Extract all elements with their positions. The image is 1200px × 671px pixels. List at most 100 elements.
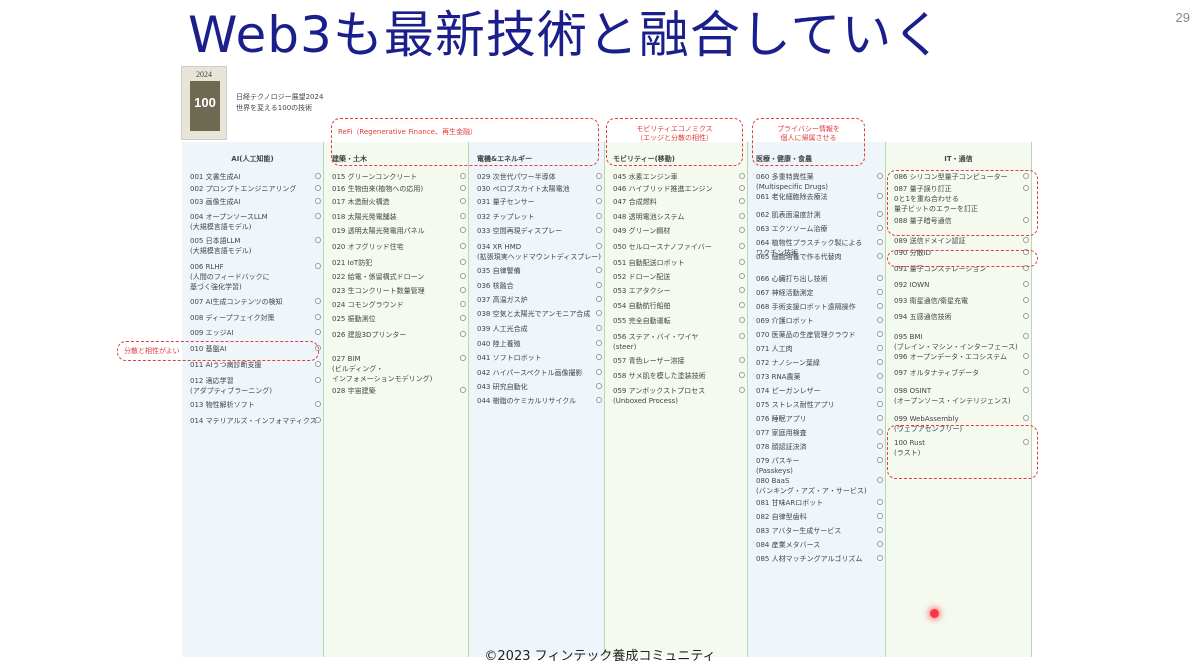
radio-circle-icon	[596, 173, 602, 179]
list-item-label: 079 パスキー (Passkeys)	[756, 457, 800, 475]
radio-circle-icon	[739, 185, 745, 191]
list-item-label: 029 次世代パワー半導体	[477, 173, 556, 181]
list-item: 028 宇宙建築	[332, 386, 466, 396]
footer-copyright: ©2023 フィンテック養成コミュニティ	[484, 649, 716, 664]
list-item: 039 人工光合成	[477, 324, 602, 334]
radio-circle-icon	[460, 315, 466, 321]
list-item: 011 AIうつ病診断支援	[190, 360, 321, 370]
list-item-label: 089 送信ドメイン認証	[894, 237, 966, 245]
list-item-label: 066 心臓打ち出し技術	[756, 275, 828, 283]
list-item: 068 手術支援ロボット遠隔操作	[756, 302, 883, 312]
list-item: 054 自動航行船舶	[613, 301, 745, 311]
list-item-label: 045 水素エンジン車	[613, 173, 678, 181]
list-item: 038 空気と太陽光でアンモニア合成	[477, 309, 602, 319]
list-item: 075 ストレス耐性アプリ	[756, 400, 883, 410]
radio-circle-icon	[596, 243, 602, 249]
radio-circle-icon	[315, 361, 321, 367]
radio-circle-icon	[596, 383, 602, 389]
radio-circle-icon	[877, 317, 883, 323]
list-item: 009 エッジAI	[190, 328, 321, 338]
book-info: 日経テクノロジー展望2024 世界を変える100の技術	[236, 92, 323, 114]
list-item-label: 051 自動配送ロボット	[613, 259, 685, 267]
list-item-label: 072 ナノシーン葉緑	[756, 359, 820, 367]
radio-circle-icon	[877, 415, 883, 421]
radio-circle-icon	[596, 296, 602, 302]
list-item-label: 077 家庭用検査	[756, 429, 807, 437]
list-item-label: 033 空間再現ディスプレー	[477, 227, 563, 235]
radio-circle-icon	[739, 273, 745, 279]
radio-circle-icon	[460, 287, 466, 293]
radio-circle-icon	[739, 243, 745, 249]
list-item-label: 021 IoT防犯	[332, 259, 373, 267]
list-item: 074 ピーガンレザー	[756, 386, 883, 396]
list-item: 089 送信ドメイン認証	[894, 236, 1029, 246]
radio-circle-icon	[877, 303, 883, 309]
list-item-label: 016 生物由来(植物への応用)	[332, 185, 424, 193]
list-item: 007 AI生成コンテンツの検知	[190, 297, 321, 307]
list-item-label: 038 空気と太陽光でアンモニア合成	[477, 310, 591, 318]
book-cover-image: 2024 100	[181, 66, 227, 140]
radio-circle-icon	[739, 259, 745, 265]
list-item-label: 046 ハイブリッド推進エンジン	[613, 185, 713, 193]
list-item: 016 生物由来(植物への応用)	[332, 184, 466, 194]
radio-circle-icon	[739, 357, 745, 363]
list-item-label: 028 宇宙建築	[332, 387, 376, 395]
radio-circle-icon	[739, 213, 745, 219]
list-item: 093 衛星通信/衛星充電	[894, 296, 1029, 306]
list-item-label: 062 肌表面温度計測	[756, 211, 821, 219]
list-item-label: 058 サメ肌を模した塗装技術	[613, 372, 706, 380]
list-item: 047 合成燃料	[613, 197, 745, 207]
radio-circle-icon	[877, 443, 883, 449]
list-item-label: 043 研究自動化	[477, 383, 528, 391]
list-item: 035 自律警備	[477, 266, 602, 276]
list-item-label: 092 IOWN	[894, 281, 930, 289]
radio-circle-icon	[877, 527, 883, 533]
column-electronics-energy: 電機&エネルギー 029 次世代パワー半導体 030 ペロブスカイト太陽電池 031…	[469, 142, 605, 657]
radio-circle-icon	[596, 369, 602, 375]
list-item-label: 063 エクソソーム治療	[756, 225, 828, 233]
list-item: 051 自動配送ロボット	[613, 258, 745, 268]
list-item: 052 ドローン配送	[613, 272, 745, 282]
radio-circle-icon	[877, 429, 883, 435]
list-item: 004 オープンソースLLM (大規模言語モデル)	[190, 212, 321, 232]
list-item-label: 065 細胞培養で作る代替肉	[756, 253, 842, 261]
column-construction: 建築・土木 015 グリーンコンクリート 016 生物由来(植物への応用) 017 …	[324, 142, 469, 657]
list-item-label: 070 医薬品の生産管理クラウド	[756, 331, 856, 339]
list-item-label: 030 ペロブスカイト太陽電池	[477, 185, 570, 193]
list-item: 085 人材マッチングアルゴリズム	[756, 554, 883, 564]
list-item: 023 生コンクリート数量管理	[332, 286, 466, 296]
list-item-label: 083 アバター生成サービス	[756, 527, 842, 535]
radio-circle-icon	[739, 317, 745, 323]
list-item: 003 画像生成AI	[190, 197, 321, 207]
list-item: 062 肌表面温度計測	[756, 210, 883, 220]
list-item-label: 026 建設3Dプリンター	[332, 331, 407, 339]
list-item: 018 太陽光発電舗装	[332, 212, 466, 222]
radio-circle-icon	[460, 355, 466, 361]
radio-circle-icon	[877, 253, 883, 259]
list-item-label: 097 オルタナティブデータ	[894, 369, 980, 377]
list-item: 080 BaaS (バンキング・アズ・ア・サービス)	[756, 476, 883, 496]
radio-circle-icon	[877, 359, 883, 365]
list-item-label: 003 画像生成AI	[190, 198, 241, 206]
list-item: 001 文書生成AI	[190, 172, 321, 182]
list-item-label: 006 RLHF (人間のフィードバックに 基づく強化学習)	[190, 263, 270, 291]
list-item: 097 オルタナティブデータ	[894, 368, 1029, 378]
radio-circle-icon	[877, 401, 883, 407]
radio-circle-icon	[1023, 353, 1029, 359]
list-item-label: 022 給電・係留構式ドローン	[332, 273, 425, 281]
list-item: 045 水素エンジン車	[613, 172, 745, 182]
radio-circle-icon	[596, 397, 602, 403]
list-item-label: 039 人工光合成	[477, 325, 528, 333]
list-item-label: 009 エッジAI	[190, 329, 234, 337]
list-item: 061 老化細胞除去療法	[756, 192, 883, 202]
list-item: 060 多重特異性薬 (Multispecific Drugs)	[756, 172, 883, 192]
radio-circle-icon	[596, 354, 602, 360]
list-item: 083 アバター生成サービス	[756, 526, 883, 536]
list-item: 030 ペロブスカイト太陽電池	[477, 184, 602, 194]
list-item: 049 グリーン鋼材	[613, 226, 745, 236]
radio-circle-icon	[315, 329, 321, 335]
radio-circle-icon	[877, 289, 883, 295]
slide-title: Web3も最新技術と融合していく	[188, 6, 944, 64]
list-item-label: 024 コモングラウンド	[332, 301, 404, 309]
list-item-label: 073 RNA農薬	[756, 373, 801, 381]
